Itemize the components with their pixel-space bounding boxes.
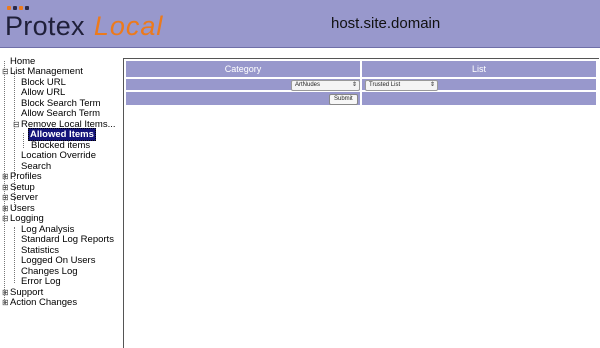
hostname-title: host.site.domain [331,15,441,32]
nav-tree: Home ⊟ List Management Block URL Allow U… [0,56,122,347]
table-row: ArtNudes ⇕ Trusted List ⇕ [125,78,597,91]
category-cell: ArtNudes ⇕ [125,78,361,91]
nav-item-action-changes[interactable]: ⊞ Action Changes [2,297,77,308]
column-header-category: Category [125,60,361,78]
expand-icon[interactable]: ⊞ [2,204,9,214]
nav-item-allow-url[interactable]: Allow URL [21,87,65,98]
content-panel: Category List ArtNudes ⇕ Trusted List ⇕ … [123,58,599,348]
header-bar: Protex Local host.site.domain [0,0,600,48]
category-select[interactable]: ArtNudes ⇕ [291,80,360,91]
collapse-icon[interactable]: ⊟ [13,120,20,130]
logo[interactable]: Protex Local [5,11,163,41]
nav-item-standard-log-reports[interactable]: Standard Log Reports [21,234,114,245]
nav-item-allow-search-term[interactable]: Allow Search Term [21,108,100,119]
nav-item-error-log[interactable]: Error Log [21,276,61,287]
list-cell: Trusted List ⇕ [361,78,597,91]
expand-icon[interactable]: ⊞ [2,288,9,298]
allowed-items-table: Category List ArtNudes ⇕ Trusted List ⇕ … [125,60,597,106]
table-row: Submit [125,91,597,106]
select-arrows-icon: ⇕ [429,82,435,88]
nav-item-list-management[interactable]: ⊟ List Management [2,66,83,77]
nav-item-profiles[interactable]: ⊞ Profiles [2,171,42,182]
nav-item-server[interactable]: ⊞ Server [2,192,38,203]
select-arrows-icon: ⇕ [351,82,357,88]
nav-item-allowed-items[interactable]: Allowed Items [28,128,96,141]
nav-item-logging[interactable]: ⊟ Logging [2,213,44,224]
collapse-icon[interactable]: ⊟ [2,214,9,224]
table-header-row: Category List [125,60,597,78]
collapse-icon[interactable]: ⊟ [2,67,9,77]
submit-button[interactable]: Submit [329,94,358,105]
nav-item-location-override[interactable]: Location Override [21,150,96,161]
logo-text: Protex [5,11,85,41]
expand-icon[interactable]: ⊞ [2,183,9,193]
column-header-list: List [361,60,597,78]
nav-item-logged-on-users[interactable]: Logged On Users [21,255,95,266]
empty-cell [361,91,597,106]
logo-accent: Local [93,11,164,41]
expand-icon[interactable]: ⊞ [2,298,9,308]
expand-icon[interactable]: ⊞ [2,193,9,203]
expand-icon[interactable]: ⊞ [2,172,9,182]
list-select[interactable]: Trusted List ⇕ [365,80,438,91]
submit-cell: Submit [125,91,361,106]
